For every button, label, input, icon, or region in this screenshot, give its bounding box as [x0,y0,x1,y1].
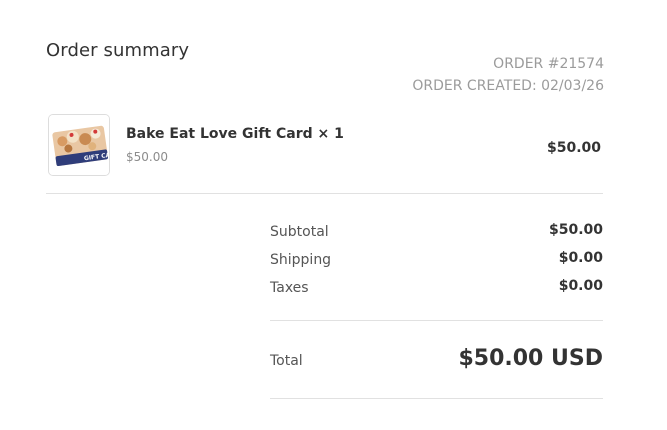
subtotal-row: Subtotal $50.00 [270,222,603,250]
order-summary-title: Order summary [46,40,190,61]
shipping-value: $0.00 [558,250,603,266]
taxes-value: $0.00 [558,278,603,294]
subtotal-value: $50.00 [548,222,603,238]
cost-summary: Subtotal $50.00 Shipping $0.00 Taxes $0.… [270,222,603,306]
total-divider [270,398,603,399]
order-created-date: ORDER CREATED: 02/03/26 [412,78,604,94]
summary-divider [270,320,603,321]
taxes-label: Taxes [270,280,309,296]
line-item: GIFT CARD Bake Eat Love Gift Card × 1 $5… [46,114,603,178]
subtotal-label: Subtotal [270,224,329,240]
order-number: ORDER #21574 [493,56,604,72]
total-value: $50.00 USD [458,346,603,371]
items-divider [46,193,603,194]
taxes-row: Taxes $0.00 [270,278,603,306]
shipping-label: Shipping [270,252,332,268]
item-line-total: $50.00 [546,140,601,156]
order-meta: ORDER #21574 ORDER CREATED: 02/03/26 [412,53,604,97]
item-name: Bake Eat Love Gift Card × 1 [126,126,344,142]
gift-card-thumbnail: GIFT CARD [48,114,110,176]
item-unit-price: $50.00 [126,150,168,164]
total-label: Total [270,353,303,369]
shipping-row: Shipping $0.00 [270,250,603,278]
